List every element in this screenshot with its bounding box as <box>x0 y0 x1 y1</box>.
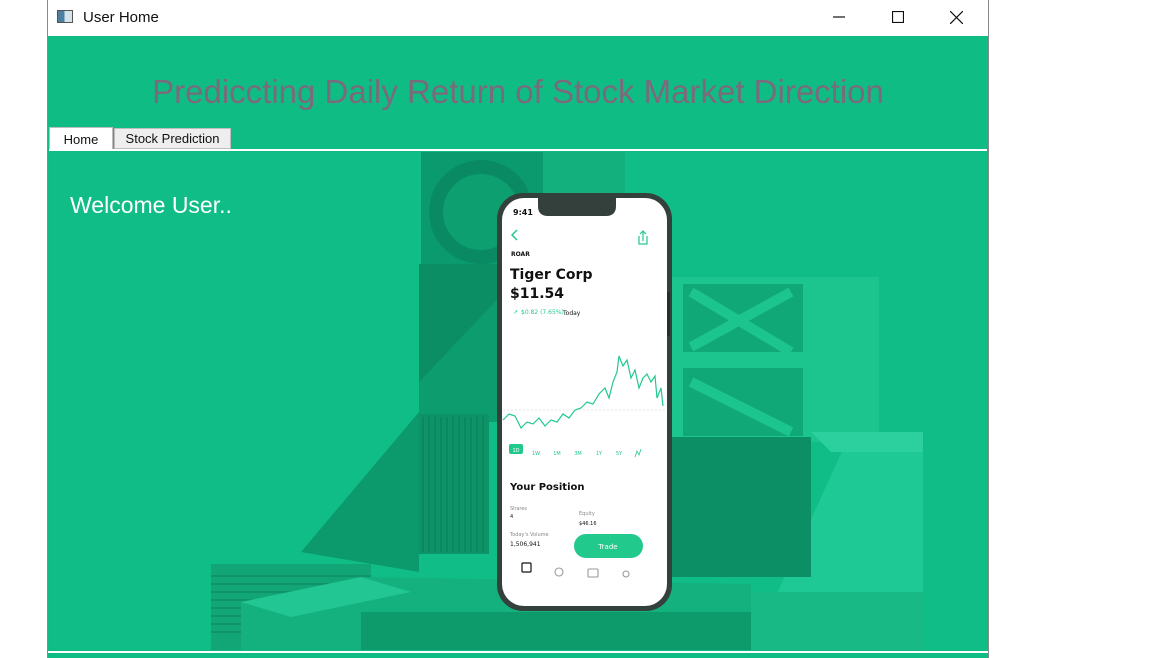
home-panel: 9:41 ROAR Tiger Corp $11.54 ↗ $0.82 (7.6… <box>51 152 985 650</box>
arrow-up-icon: ↗ <box>513 309 518 316</box>
maximize-icon <box>891 11 904 23</box>
shares-value: 4 <box>510 514 513 520</box>
ticker-symbol: ROAR <box>511 251 530 258</box>
phone-side-button <box>667 292 670 336</box>
tab-stock-prediction[interactable]: Stock Prediction <box>114 128 231 149</box>
position-title: Your Position <box>509 482 585 493</box>
stock-app-hero-image: 9:41 ROAR Tiger Corp $11.54 ↗ $0.82 (7.6… <box>51 152 985 650</box>
welcome-message: Welcome User.. <box>70 192 232 218</box>
equity-value: $46.16 <box>579 521 597 527</box>
change-period: Today <box>562 310 581 317</box>
stock-price: $11.54 <box>510 286 564 302</box>
range-label: 1D <box>512 448 519 454</box>
equity-label: Equity <box>579 511 595 517</box>
header-banner: Prediccting Daily Return of Stock Market… <box>48 36 988 128</box>
maximize-button[interactable] <box>868 0 927 34</box>
volume-label: Today's Volume <box>509 532 549 538</box>
company-name: Tiger Corp <box>510 267 592 283</box>
page-title: Prediccting Daily Return of Stock Market… <box>152 73 884 110</box>
platform-front <box>361 612 751 650</box>
volume-value: 1,506,941 <box>510 541 541 548</box>
range-label[interactable]: 3M <box>574 451 582 457</box>
flag-bar <box>683 352 803 368</box>
minimize-icon <box>832 16 845 18</box>
range-label[interactable]: 1Y <box>596 451 603 457</box>
minimize-button[interactable] <box>809 0 868 34</box>
phone-notch <box>538 198 616 216</box>
platform-right <box>751 592 923 650</box>
user-home-window: User Home Prediccting Daily Return of St… <box>47 0 989 658</box>
shares-label: Shares <box>510 506 527 512</box>
panel-bottom-border <box>48 651 988 653</box>
close-icon <box>950 10 963 24</box>
title-bar: User Home <box>48 0 988 36</box>
price-change: $0.82 (7.65%) <box>521 309 564 316</box>
phone-time: 9:41 <box>513 208 533 217</box>
range-label[interactable]: 1M <box>553 451 561 457</box>
range-label[interactable]: 5Y <box>616 451 623 457</box>
close-button[interactable] <box>927 0 986 34</box>
app-icon <box>57 10 73 23</box>
tab-home[interactable]: Home <box>49 127 113 151</box>
tab-bar: Home Stock Prediction <box>49 127 987 151</box>
dotted-block <box>661 437 811 577</box>
range-label[interactable]: 1W <box>532 451 540 457</box>
window-title: User Home <box>83 9 159 26</box>
tab-divider <box>49 149 987 151</box>
trade-label: Trade <box>597 543 617 551</box>
